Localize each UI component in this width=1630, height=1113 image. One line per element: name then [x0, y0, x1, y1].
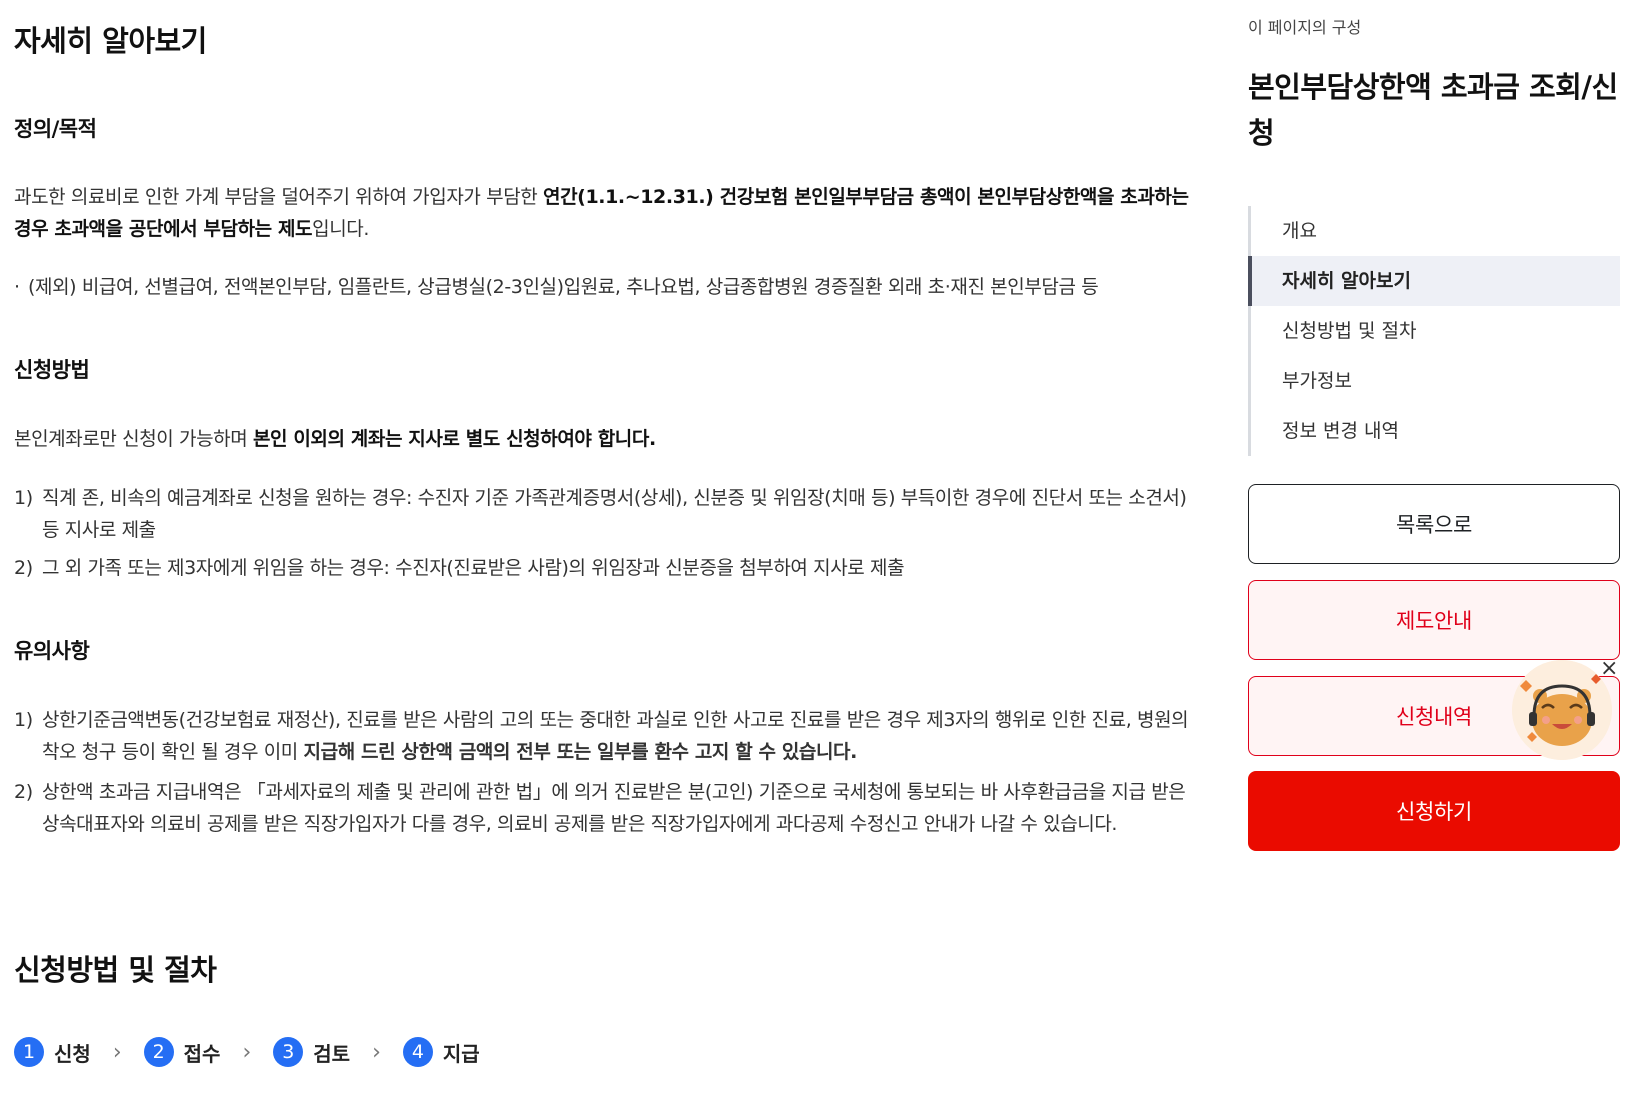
bullet-icon: ·	[14, 276, 20, 298]
method-item-1: 1) 직계 존, 비속의 예금계좌로 신청을 원하는 경우: 수진자 기준 가족…	[14, 487, 1187, 541]
definition-text: 과도한 의료비로 인한 가계 부담을 덜어주기 위하여 가입자가 부담한 연간(…	[14, 186, 1189, 240]
program-guide-button[interactable]: 제도안내	[1248, 580, 1620, 660]
step-number-badge: 4	[402, 1037, 433, 1067]
back-to-list-button[interactable]: 목록으로	[1248, 484, 1620, 564]
toc-item-overview[interactable]: 개요	[1251, 206, 1620, 256]
step-3: 3 검토 ›	[273, 1037, 381, 1067]
procedure-steps: 1 신청 › 2 접수 › 3 검토 › 4 지급	[14, 1037, 524, 1067]
definition-heading: 정의/목적	[14, 117, 97, 141]
toc-item-procedure[interactable]: 신청방법 및 절차	[1251, 306, 1620, 356]
toc-item-change-history[interactable]: 정보 변경 내역	[1251, 406, 1620, 456]
toc-nav: 개요 자세히 알아보기 신청방법 및 절차 부가정보 정보 변경 내역	[1248, 206, 1620, 456]
notes-item-2: 2) 상한액 초과금 지급내역은 「과세자료의 제출 및 관리에 관한 법」에 …	[14, 781, 1186, 835]
step-2: 2 접수 ›	[143, 1037, 252, 1067]
step-1: 1 신청 ›	[14, 1037, 122, 1067]
mascot-illustration	[1512, 660, 1612, 760]
method-text: 본인계좌로만 신청이 가능하며 본인 이외의 계좌는 지사로 별도 신청하여야 …	[14, 428, 656, 450]
toc-title: 본인부담상한액 초과금 조회/신청	[1248, 70, 1618, 150]
apply-button[interactable]: 신청하기	[1248, 771, 1620, 851]
notes-item-1: 1) 상한기준금액변동(건강보험료 재정산), 진료를 받은 사람의 고의 또는…	[14, 709, 1189, 763]
procedure-title: 신청방법 및 절차	[14, 953, 217, 987]
step-number-badge: 3	[273, 1037, 304, 1067]
method-heading: 신청방법	[14, 358, 90, 382]
toc-item-additional-info[interactable]: 부가정보	[1251, 356, 1620, 406]
notes-heading: 유의사항	[14, 639, 90, 663]
chatbot-mascot-icon[interactable]	[1512, 660, 1612, 760]
step-4: 4 지급	[402, 1037, 502, 1067]
toc-item-details[interactable]: 자세히 알아보기	[1248, 256, 1620, 306]
chevron-right-icon: ›	[372, 1039, 381, 1065]
chevron-right-icon: ›	[112, 1039, 122, 1065]
step-number-badge: 2	[143, 1037, 174, 1067]
exclusion-item: · (제외) 비급여, 선별급여, 전액본인부담, 임플란트, 상급병실(2-3…	[14, 271, 1199, 303]
section-title: 자세히 알아보기	[14, 24, 207, 58]
page-structure-sidebar: 이 페이지의 구성 본인부담상한액 초과금 조회/신청 개요 자세히 알아보기 …	[1248, 0, 1620, 1113]
toc-caption: 이 페이지의 구성	[1248, 18, 1362, 37]
close-icon[interactable]: ×	[1600, 656, 1618, 681]
chevron-right-icon: ›	[242, 1039, 252, 1065]
step-number-badge: 1	[14, 1037, 44, 1067]
method-item-2: 2) 그 외 가족 또는 제3자에게 위임을 하는 경우: 수진자(진료받은 사…	[14, 557, 905, 579]
